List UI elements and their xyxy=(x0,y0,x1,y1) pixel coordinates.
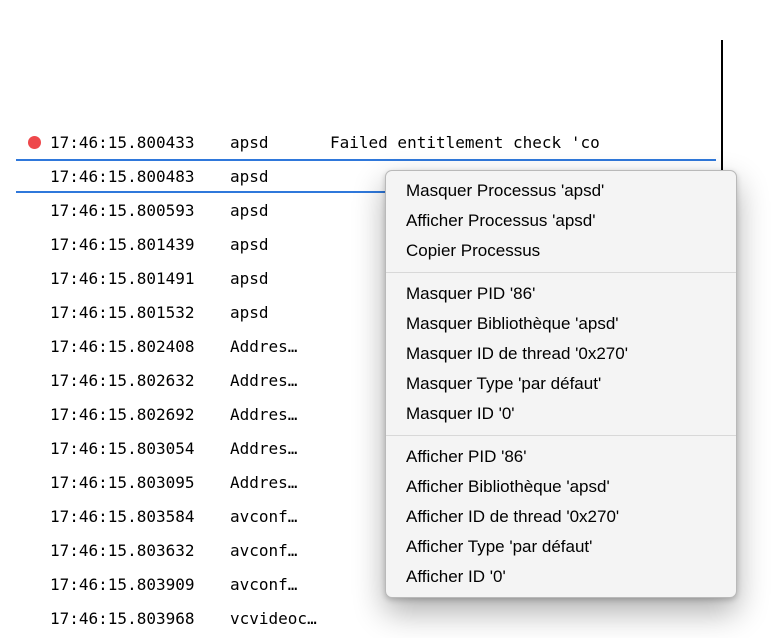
process-cell: Addres… xyxy=(226,405,326,424)
process-cell: apsd xyxy=(226,201,326,220)
menu-item[interactable]: Masquer Bibliothèque 'apsd' xyxy=(386,309,736,339)
time-cell: 17:46:15.802692 xyxy=(44,405,226,424)
menu-separator xyxy=(386,435,736,436)
time-cell: 17:46:15.802408 xyxy=(44,337,226,356)
table-row[interactable]: 17:46:15.803968vcvideocaptureserver [INF… xyxy=(16,601,716,630)
process-cell: apsd xyxy=(226,133,326,152)
time-cell: 17:46:15.800433 xyxy=(44,133,226,152)
menu-item[interactable]: Masquer ID '0' xyxy=(386,399,736,429)
time-cell: 17:46:15.802632 xyxy=(44,371,226,390)
time-cell: 17:46:15.803584 xyxy=(44,507,226,526)
time-cell: 17:46:15.803095 xyxy=(44,473,226,492)
process-cell: apsd xyxy=(226,303,326,322)
process-cell: avconf… xyxy=(226,507,326,526)
process-cell: Addres… xyxy=(226,473,326,492)
time-cell: 17:46:15.803632 xyxy=(44,541,226,560)
time-cell: 17:46:15.801439 xyxy=(44,235,226,254)
process-cell: Addres… xyxy=(226,337,326,356)
process-cell: Addres… xyxy=(226,439,326,458)
time-cell: 17:46:15.800593 xyxy=(44,201,226,220)
process-cell: avconf… xyxy=(226,575,326,594)
menu-item[interactable]: Masquer ID de thread '0x270' xyxy=(386,339,736,369)
process-cell: apsd xyxy=(226,269,326,288)
menu-item[interactable]: Copier Processus xyxy=(386,236,736,266)
menu-item[interactable]: Masquer Processus 'apsd' xyxy=(386,176,736,206)
menu-item[interactable]: Masquer Type 'par défaut' xyxy=(386,369,736,399)
menu-item[interactable]: Afficher ID '0' xyxy=(386,562,736,592)
menu-item[interactable]: Masquer PID '86' xyxy=(386,279,736,309)
process-cell: avconf… xyxy=(226,541,326,560)
time-cell: 17:46:15.800483 xyxy=(44,167,226,186)
process-cell: apsd xyxy=(226,235,326,254)
menu-item[interactable]: Afficher Bibliothèque 'apsd' xyxy=(386,472,736,502)
menu-item[interactable]: Afficher Processus 'apsd' xyxy=(386,206,736,236)
fault-dot-icon xyxy=(28,136,41,149)
menu-separator xyxy=(386,272,736,273)
message-cell: Failed entitlement check 'co xyxy=(326,133,714,152)
process-cell: vcvideocaptureserver [INFO]… xyxy=(226,609,326,628)
table-row[interactable]: 17:46:15.800433apsdFailed entitlement ch… xyxy=(16,125,716,159)
process-cell: apsd xyxy=(226,167,326,186)
context-menu[interactable]: Masquer Processus 'apsd'Afficher Process… xyxy=(385,170,737,598)
menu-item[interactable]: Afficher ID de thread '0x270' xyxy=(386,502,736,532)
process-cell: Addres… xyxy=(226,371,326,390)
menu-item[interactable]: Afficher PID '86' xyxy=(386,442,736,472)
time-cell: 17:46:15.801491 xyxy=(44,269,226,288)
time-cell: 17:46:15.801532 xyxy=(44,303,226,322)
status-dot xyxy=(24,136,44,149)
menu-item[interactable]: Afficher Type 'par défaut' xyxy=(386,532,736,562)
time-cell: 17:46:15.803909 xyxy=(44,575,226,594)
time-cell: 17:46:15.803054 xyxy=(44,439,226,458)
time-cell: 17:46:15.803968 xyxy=(44,609,226,628)
